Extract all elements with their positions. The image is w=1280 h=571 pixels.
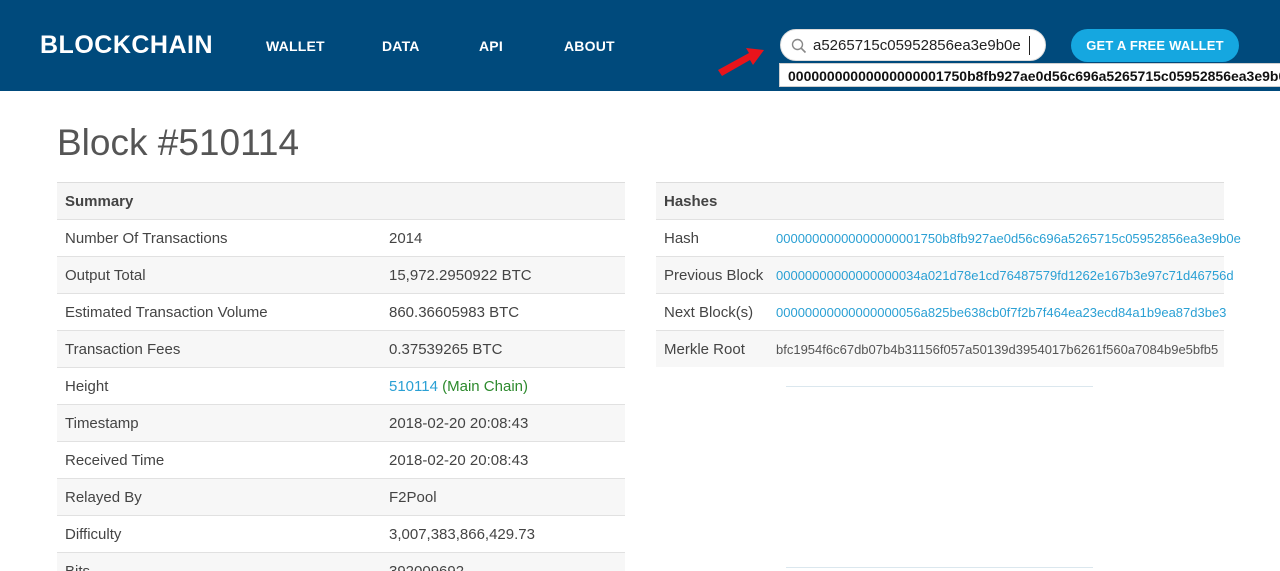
summary-header: Summary [57,182,625,219]
row-label: Merkle Root [664,341,745,358]
page-title: Block #510114 [57,122,300,163]
nav-about[interactable]: ABOUT [564,38,615,54]
table-row: Transaction Fees 0.37539265 BTC [57,330,625,367]
table-row: Received Time 2018-02-20 20:08:43 [57,441,625,478]
next-block-link[interactable]: 00000000000000000056a825be638cb0f7f2b7f4… [776,305,1226,320]
row-value: 3,007,383,866,429.73 [389,526,535,543]
table-row: Hash 00000000000000000001750b8fb927ae0d5… [656,219,1241,256]
nav-wallet[interactable]: WALLET [266,38,325,54]
get-free-wallet-button[interactable]: GET A FREE WALLET [1071,29,1239,62]
row-label: Transaction Fees [65,341,181,358]
table-row: Previous Block 00000000000000000034a021d… [656,256,1234,293]
relayed-by-link[interactable]: F2Pool [389,489,437,506]
search-input[interactable] [813,33,1038,58]
row-label: Received Time [65,452,165,469]
table-row: Difficulty 3,007,383,866,429.73 [57,515,625,552]
row-label: Relayed By [65,489,142,506]
row-value: 0.37539265 BTC [389,341,503,358]
row-label: Number Of Transactions [65,230,228,247]
row-value: 860.36605983 BTC [389,304,520,321]
table-row: Merkle Root bfc1954f6c67db07b4b31156f057… [656,330,1224,367]
summary-table: Summary Number Of Transactions 2014 Outp… [57,182,625,571]
table-row: Timestamp 2018-02-20 20:08:43 [57,404,625,441]
row-label: Previous Block [664,267,764,284]
row-label: Next Block(s) [664,304,754,321]
row-value: 2018-02-20 20:08:43 [389,452,529,469]
row-label: Difficulty [65,526,122,543]
hashes-table: Hashes Hash 00000000000000000001750b8fb9… [656,182,1241,368]
nav-api[interactable]: API [479,38,503,54]
previous-block-link[interactable]: 00000000000000000034a021d78e1cd76487579f… [776,268,1234,283]
nav-data[interactable]: DATA [382,38,420,54]
row-value: 2018-02-20 20:08:43 [389,415,529,432]
merkle-root-value: bfc1954f6c67db07b4b31156f057a50139d39540… [776,342,1219,357]
search-icon [791,38,807,54]
divider [786,567,1093,568]
search-suggestion[interactable]: 00000000000000000001750b8fb927ae0d56c696… [779,63,1280,87]
row-label: Height [65,378,109,395]
table-row: Next Block(s) 00000000000000000056a825be… [656,293,1226,330]
blockchain-logo[interactable]: BLOCKCHAIN [40,31,213,60]
table-row: Output Total 15,972.2950922 BTC [57,256,625,293]
row-value: 392009692 [389,563,464,571]
row-value: 2014 [389,230,423,247]
row-label: Bits [65,563,90,571]
red-arrow-annotation-icon [718,48,764,76]
divider [786,386,1093,387]
height-link[interactable]: 510114 [389,378,438,395]
hash-link[interactable]: 00000000000000000001750b8fb927ae0d56c696… [776,231,1241,246]
table-row: Estimated Transaction Volume 860.3660598… [57,293,625,330]
height-value-group: 510114 (Main Chain) [389,378,528,395]
row-label: Timestamp [65,415,139,432]
row-label: Estimated Transaction Volume [65,304,268,321]
table-row: Bits 392009692 [57,552,625,571]
hashes-heading: Hashes [664,193,718,210]
table-row: Height 510114 (Main Chain) [57,367,625,404]
search-box[interactable] [780,29,1046,61]
row-label: Hash [664,230,700,247]
hashes-header: Hashes [656,182,1224,219]
text-cursor [1029,36,1030,55]
row-value: 15,972.2950922 BTC [389,267,532,284]
row-label: Output Total [65,267,146,284]
table-row: Number Of Transactions 2014 [57,219,625,256]
summary-heading: Summary [65,193,134,210]
main-chain-label: (Main Chain) [442,378,528,395]
table-row: Relayed By F2Pool [57,478,625,515]
